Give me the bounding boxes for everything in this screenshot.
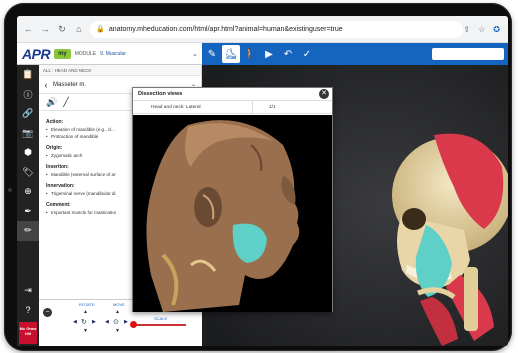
info-icon[interactable]: ⓘ xyxy=(17,85,39,105)
tablet-screen: ← → ↻ ⌂ 🔒 anatomy.mheducation.com/html/a… xyxy=(17,16,508,346)
left-arrow-icon[interactable]: ◀ xyxy=(105,319,109,325)
apr-logo: APR xyxy=(22,45,51,62)
reload-icon[interactable]: ↻ xyxy=(57,24,68,35)
search-input[interactable] xyxy=(432,48,504,60)
person-view-icon[interactable]: 🚶 xyxy=(241,45,259,63)
back-arrow-icon[interactable]: ← xyxy=(23,24,34,34)
cube-icon[interactable]: ⬢ xyxy=(17,143,39,163)
scale-slider[interactable] xyxy=(131,324,186,326)
pen-icon[interactable]: ✒ xyxy=(17,202,39,222)
cadaver-photo[interactable] xyxy=(133,115,332,312)
mcgraw-hill-logo: Mc Graw Hill xyxy=(19,322,37,344)
up-arrow-icon[interactable]: ▲ xyxy=(115,309,120,315)
check-icon[interactable]: ✓ xyxy=(298,45,316,63)
pencil-icon[interactable]: ╱ xyxy=(63,97,68,108)
close-icon[interactable]: ✕ xyxy=(319,89,329,99)
structure-name: Masseter m. xyxy=(53,81,87,88)
crosshair-icon[interactable]: ⊕ xyxy=(17,182,39,202)
browser-toolbar: ← → ↻ ⌂ 🔒 anatomy.mheducation.com/html/a… xyxy=(17,16,508,43)
list-item: Important muscle for mastication xyxy=(46,210,116,215)
dialog-title: Dissection views xyxy=(133,88,332,101)
extension-icon[interactable]: ✪ xyxy=(493,25,500,34)
head-dissection-image xyxy=(133,115,332,312)
up-arrow-icon[interactable]: ▲ xyxy=(83,309,88,315)
left-icon-rail: 📋 ⓘ 🔗 📷 ⬢ 🏷 ⊕ ✒ ✏ ⇥ ? Mc Graw Hill xyxy=(17,65,39,346)
move-pad[interactable]: ▲ ◀ ⊙ ▶ ▼ xyxy=(105,309,129,334)
scale-label: SCALE xyxy=(154,316,168,321)
move-label: MOVE xyxy=(113,302,125,307)
list-item: Protraction of mandible xyxy=(46,134,116,139)
exit-icon[interactable]: ⇥ xyxy=(17,281,39,301)
list-item: Zygomatic arch xyxy=(46,153,116,158)
right-arrow-icon[interactable]: ▶ xyxy=(92,319,96,325)
camera-icon[interactable]: 📷 xyxy=(17,124,39,144)
link-icon[interactable]: 🔗 xyxy=(17,104,39,124)
left-arrow-icon[interactable]: ◀ xyxy=(73,319,77,325)
share-icon[interactable]: ⇪ xyxy=(463,25,470,34)
dissect-tool-icon[interactable]: ⛸ xyxy=(222,45,240,63)
tablet-frame: ← → ↻ ⌂ 🔒 anatomy.mheducation.com/html/a… xyxy=(4,3,512,351)
pencil-tool-icon[interactable]: ✎ xyxy=(203,45,221,63)
camera-dot xyxy=(8,188,12,192)
rotate-icon[interactable]: ↻ xyxy=(81,318,87,326)
scale-slider-handle[interactable] xyxy=(130,321,138,328)
tag-icon[interactable]: 🏷 xyxy=(17,163,39,183)
my-badge: my xyxy=(54,48,71,59)
center-icon[interactable]: ⊙ xyxy=(113,318,119,326)
dissection-view-row[interactable]: Head and neck: Lateral 1/1 xyxy=(133,100,332,114)
chevron-left-icon[interactable]: ‹ xyxy=(39,80,53,90)
speaker-icon[interactable]: 🔊 xyxy=(46,97,57,108)
right-arrow-icon[interactable]: ▶ xyxy=(124,319,128,325)
home-icon[interactable]: ⌂ xyxy=(73,24,84,34)
help-icon[interactable]: ? xyxy=(17,301,39,321)
breadcrumb[interactable]: ALL : HEAD AND NECK xyxy=(39,65,201,76)
dissection-views-dialog: Dissection views ✕ Head and neck: Latera… xyxy=(132,87,333,312)
view-counter: 1/1 xyxy=(269,104,276,110)
clipboard-icon[interactable]: 📋 xyxy=(17,65,39,85)
rotate-pad[interactable]: ▲ ◀ ↻ ▶ ▼ xyxy=(73,309,97,334)
undo-hand-icon[interactable]: ↶ xyxy=(279,45,297,63)
app-header-left: APR my MODULE 9. Muscular ⌄ xyxy=(17,43,202,65)
down-arrow-icon[interactable]: ▼ xyxy=(115,328,120,334)
pencil-icon[interactable]: ✏ xyxy=(17,221,39,241)
lock-icon: 🔒 xyxy=(96,26,105,33)
star-icon[interactable]: ☆ xyxy=(478,25,485,34)
list-item: Mandible (external surface of an... xyxy=(46,172,116,177)
view-name: Head and neck: Lateral xyxy=(133,100,253,114)
module-select[interactable]: 9. Muscular xyxy=(100,51,126,57)
forward-arrow-icon[interactable]: → xyxy=(40,24,51,34)
rotate-label: ROTATE xyxy=(79,302,95,307)
toolbar: ✎ ⛸ 🚶 ▶ ↶ ✓ xyxy=(202,43,508,65)
collapse-icon[interactable]: − xyxy=(43,308,52,317)
module-label: MODULE xyxy=(74,50,97,57)
list-item: Trigeminal nerve (mandibular di... xyxy=(46,191,116,196)
down-arrow-icon[interactable]: ▼ xyxy=(83,328,88,334)
chevron-down-icon[interactable]: ⌄ xyxy=(192,50,198,58)
play-icon[interactable]: ▶ xyxy=(260,45,278,63)
url-text: anatomy.mheducation.com/html/apr.html?an… xyxy=(108,25,343,33)
address-bar[interactable]: 🔒 anatomy.mheducation.com/html/apr.html?… xyxy=(90,20,464,38)
list-item: Elevation of mandible (e.g., cl... xyxy=(46,127,116,132)
tablet-mockup: ← → ↻ ⌂ 🔒 anatomy.mheducation.com/html/a… xyxy=(0,0,518,353)
app-header: APR my MODULE 9. Muscular ⌄ ✎ ⛸ 🚶 ▶ ↶ ✓ xyxy=(17,43,508,65)
